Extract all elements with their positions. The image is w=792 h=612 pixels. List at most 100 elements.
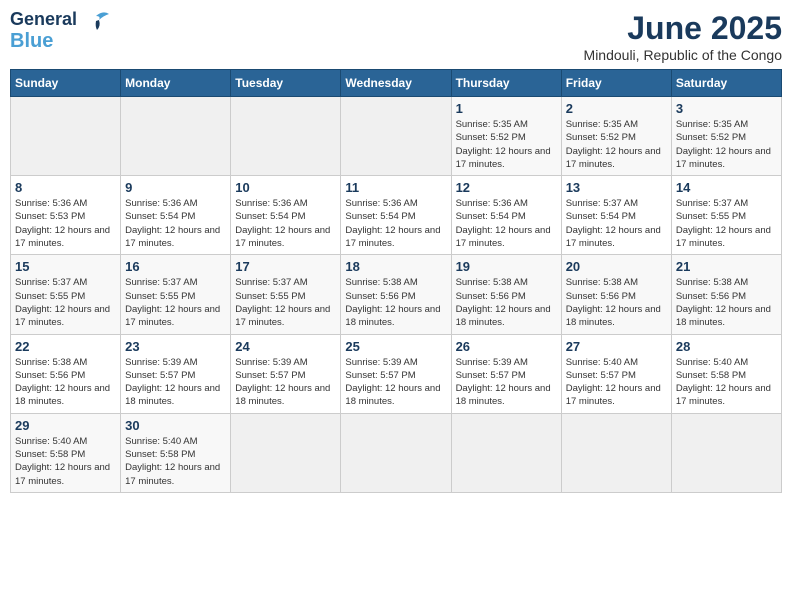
day-info: Sunrise: 5:37 AM Sunset: 5:54 PM Dayligh…: [566, 197, 667, 250]
day-number: 29: [15, 418, 116, 433]
day-number: 13: [566, 180, 667, 195]
day-number: 3: [676, 101, 777, 116]
calendar-cell: 10 Sunrise: 5:36 AM Sunset: 5:54 PM Dayl…: [231, 176, 341, 255]
month-year-title: June 2025: [584, 10, 782, 47]
day-number: 25: [345, 339, 446, 354]
day-number: 14: [676, 180, 777, 195]
calendar-week-row: 22 Sunrise: 5:38 AM Sunset: 5:56 PM Dayl…: [11, 334, 782, 413]
calendar-cell: 8 Sunrise: 5:36 AM Sunset: 5:53 PM Dayli…: [11, 176, 121, 255]
calendar-cell: [11, 97, 121, 176]
calendar-cell: 14 Sunrise: 5:37 AM Sunset: 5:55 PM Dayl…: [671, 176, 781, 255]
day-info: Sunrise: 5:38 AM Sunset: 5:56 PM Dayligh…: [345, 276, 446, 329]
calendar-week-row: 1 Sunrise: 5:35 AM Sunset: 5:52 PM Dayli…: [11, 97, 782, 176]
day-info: Sunrise: 5:38 AM Sunset: 5:56 PM Dayligh…: [676, 276, 777, 329]
header: General Blue June 2025 Mindouli, Republi…: [10, 10, 782, 63]
day-info: Sunrise: 5:39 AM Sunset: 5:57 PM Dayligh…: [235, 356, 336, 409]
calendar-cell: [121, 97, 231, 176]
calendar-cell: 2 Sunrise: 5:35 AM Sunset: 5:52 PM Dayli…: [561, 97, 671, 176]
calendar-week-row: 15 Sunrise: 5:37 AM Sunset: 5:55 PM Dayl…: [11, 255, 782, 334]
calendar-cell: [341, 97, 451, 176]
day-number: 11: [345, 180, 446, 195]
column-header-friday: Friday: [561, 70, 671, 97]
column-header-saturday: Saturday: [671, 70, 781, 97]
calendar-cell: 12 Sunrise: 5:36 AM Sunset: 5:54 PM Dayl…: [451, 176, 561, 255]
calendar-cell: [231, 413, 341, 492]
calendar-cell: 16 Sunrise: 5:37 AM Sunset: 5:55 PM Dayl…: [121, 255, 231, 334]
calendar-cell: 22 Sunrise: 5:38 AM Sunset: 5:56 PM Dayl…: [11, 334, 121, 413]
calendar-cell: 25 Sunrise: 5:39 AM Sunset: 5:57 PM Dayl…: [341, 334, 451, 413]
day-number: 8: [15, 180, 116, 195]
calendar-cell: 30 Sunrise: 5:40 AM Sunset: 5:58 PM Dayl…: [121, 413, 231, 492]
day-info: Sunrise: 5:40 AM Sunset: 5:58 PM Dayligh…: [676, 356, 777, 409]
calendar-cell: 3 Sunrise: 5:35 AM Sunset: 5:52 PM Dayli…: [671, 97, 781, 176]
day-number: 18: [345, 259, 446, 274]
day-number: 22: [15, 339, 116, 354]
day-info: Sunrise: 5:39 AM Sunset: 5:57 PM Dayligh…: [125, 356, 226, 409]
day-number: 21: [676, 259, 777, 274]
day-info: Sunrise: 5:40 AM Sunset: 5:57 PM Dayligh…: [566, 356, 667, 409]
day-number: 20: [566, 259, 667, 274]
column-header-tuesday: Tuesday: [231, 70, 341, 97]
day-number: 24: [235, 339, 336, 354]
calendar-cell: 28 Sunrise: 5:40 AM Sunset: 5:58 PM Dayl…: [671, 334, 781, 413]
day-info: Sunrise: 5:35 AM Sunset: 5:52 PM Dayligh…: [456, 118, 557, 171]
calendar-cell: 19 Sunrise: 5:38 AM Sunset: 5:56 PM Dayl…: [451, 255, 561, 334]
calendar-cell: 11 Sunrise: 5:36 AM Sunset: 5:54 PM Dayl…: [341, 176, 451, 255]
day-number: 23: [125, 339, 226, 354]
calendar-cell: [561, 413, 671, 492]
day-number: 10: [235, 180, 336, 195]
calendar-cell: 13 Sunrise: 5:37 AM Sunset: 5:54 PM Dayl…: [561, 176, 671, 255]
day-info: Sunrise: 5:37 AM Sunset: 5:55 PM Dayligh…: [15, 276, 116, 329]
day-info: Sunrise: 5:40 AM Sunset: 5:58 PM Dayligh…: [125, 435, 226, 488]
day-info: Sunrise: 5:36 AM Sunset: 5:54 PM Dayligh…: [456, 197, 557, 250]
day-info: Sunrise: 5:36 AM Sunset: 5:54 PM Dayligh…: [235, 197, 336, 250]
day-info: Sunrise: 5:37 AM Sunset: 5:55 PM Dayligh…: [676, 197, 777, 250]
day-number: 17: [235, 259, 336, 274]
calendar-cell: 17 Sunrise: 5:37 AM Sunset: 5:55 PM Dayl…: [231, 255, 341, 334]
calendar-cell: 15 Sunrise: 5:37 AM Sunset: 5:55 PM Dayl…: [11, 255, 121, 334]
calendar-cell: [451, 413, 561, 492]
day-number: 30: [125, 418, 226, 433]
calendar-cell: 26 Sunrise: 5:39 AM Sunset: 5:57 PM Dayl…: [451, 334, 561, 413]
day-info: Sunrise: 5:40 AM Sunset: 5:58 PM Dayligh…: [15, 435, 116, 488]
location-subtitle: Mindouli, Republic of the Congo: [584, 47, 782, 63]
calendar-cell: 23 Sunrise: 5:39 AM Sunset: 5:57 PM Dayl…: [121, 334, 231, 413]
column-header-thursday: Thursday: [451, 70, 561, 97]
day-number: 9: [125, 180, 226, 195]
day-number: 2: [566, 101, 667, 116]
day-info: Sunrise: 5:35 AM Sunset: 5:52 PM Dayligh…: [566, 118, 667, 171]
day-info: Sunrise: 5:37 AM Sunset: 5:55 PM Dayligh…: [235, 276, 336, 329]
day-number: 26: [456, 339, 557, 354]
day-number: 27: [566, 339, 667, 354]
column-header-monday: Monday: [121, 70, 231, 97]
logo-bird-icon: [81, 8, 111, 38]
calendar-cell: 18 Sunrise: 5:38 AM Sunset: 5:56 PM Dayl…: [341, 255, 451, 334]
day-info: Sunrise: 5:36 AM Sunset: 5:54 PM Dayligh…: [345, 197, 446, 250]
column-header-wednesday: Wednesday: [341, 70, 451, 97]
day-number: 28: [676, 339, 777, 354]
calendar-cell: 9 Sunrise: 5:36 AM Sunset: 5:54 PM Dayli…: [121, 176, 231, 255]
day-info: Sunrise: 5:39 AM Sunset: 5:57 PM Dayligh…: [456, 356, 557, 409]
calendar-cell: 1 Sunrise: 5:35 AM Sunset: 5:52 PM Dayli…: [451, 97, 561, 176]
calendar-week-row: 29 Sunrise: 5:40 AM Sunset: 5:58 PM Dayl…: [11, 413, 782, 492]
title-area: June 2025 Mindouli, Republic of the Cong…: [584, 10, 782, 63]
logo-text: General Blue: [10, 10, 77, 52]
calendar-cell: 27 Sunrise: 5:40 AM Sunset: 5:57 PM Dayl…: [561, 334, 671, 413]
calendar-header-row: SundayMondayTuesdayWednesdayThursdayFrid…: [11, 70, 782, 97]
calendar-cell: 24 Sunrise: 5:39 AM Sunset: 5:57 PM Dayl…: [231, 334, 341, 413]
logo: General Blue: [10, 10, 111, 52]
calendar-cell: [231, 97, 341, 176]
column-header-sunday: Sunday: [11, 70, 121, 97]
day-info: Sunrise: 5:36 AM Sunset: 5:53 PM Dayligh…: [15, 197, 116, 250]
calendar-cell: [341, 413, 451, 492]
calendar-table: SundayMondayTuesdayWednesdayThursdayFrid…: [10, 69, 782, 493]
day-info: Sunrise: 5:38 AM Sunset: 5:56 PM Dayligh…: [566, 276, 667, 329]
calendar-cell: 29 Sunrise: 5:40 AM Sunset: 5:58 PM Dayl…: [11, 413, 121, 492]
day-number: 15: [15, 259, 116, 274]
day-info: Sunrise: 5:37 AM Sunset: 5:55 PM Dayligh…: [125, 276, 226, 329]
day-number: 16: [125, 259, 226, 274]
day-info: Sunrise: 5:38 AM Sunset: 5:56 PM Dayligh…: [15, 356, 116, 409]
calendar-cell: [671, 413, 781, 492]
calendar-cell: 20 Sunrise: 5:38 AM Sunset: 5:56 PM Dayl…: [561, 255, 671, 334]
day-info: Sunrise: 5:35 AM Sunset: 5:52 PM Dayligh…: [676, 118, 777, 171]
